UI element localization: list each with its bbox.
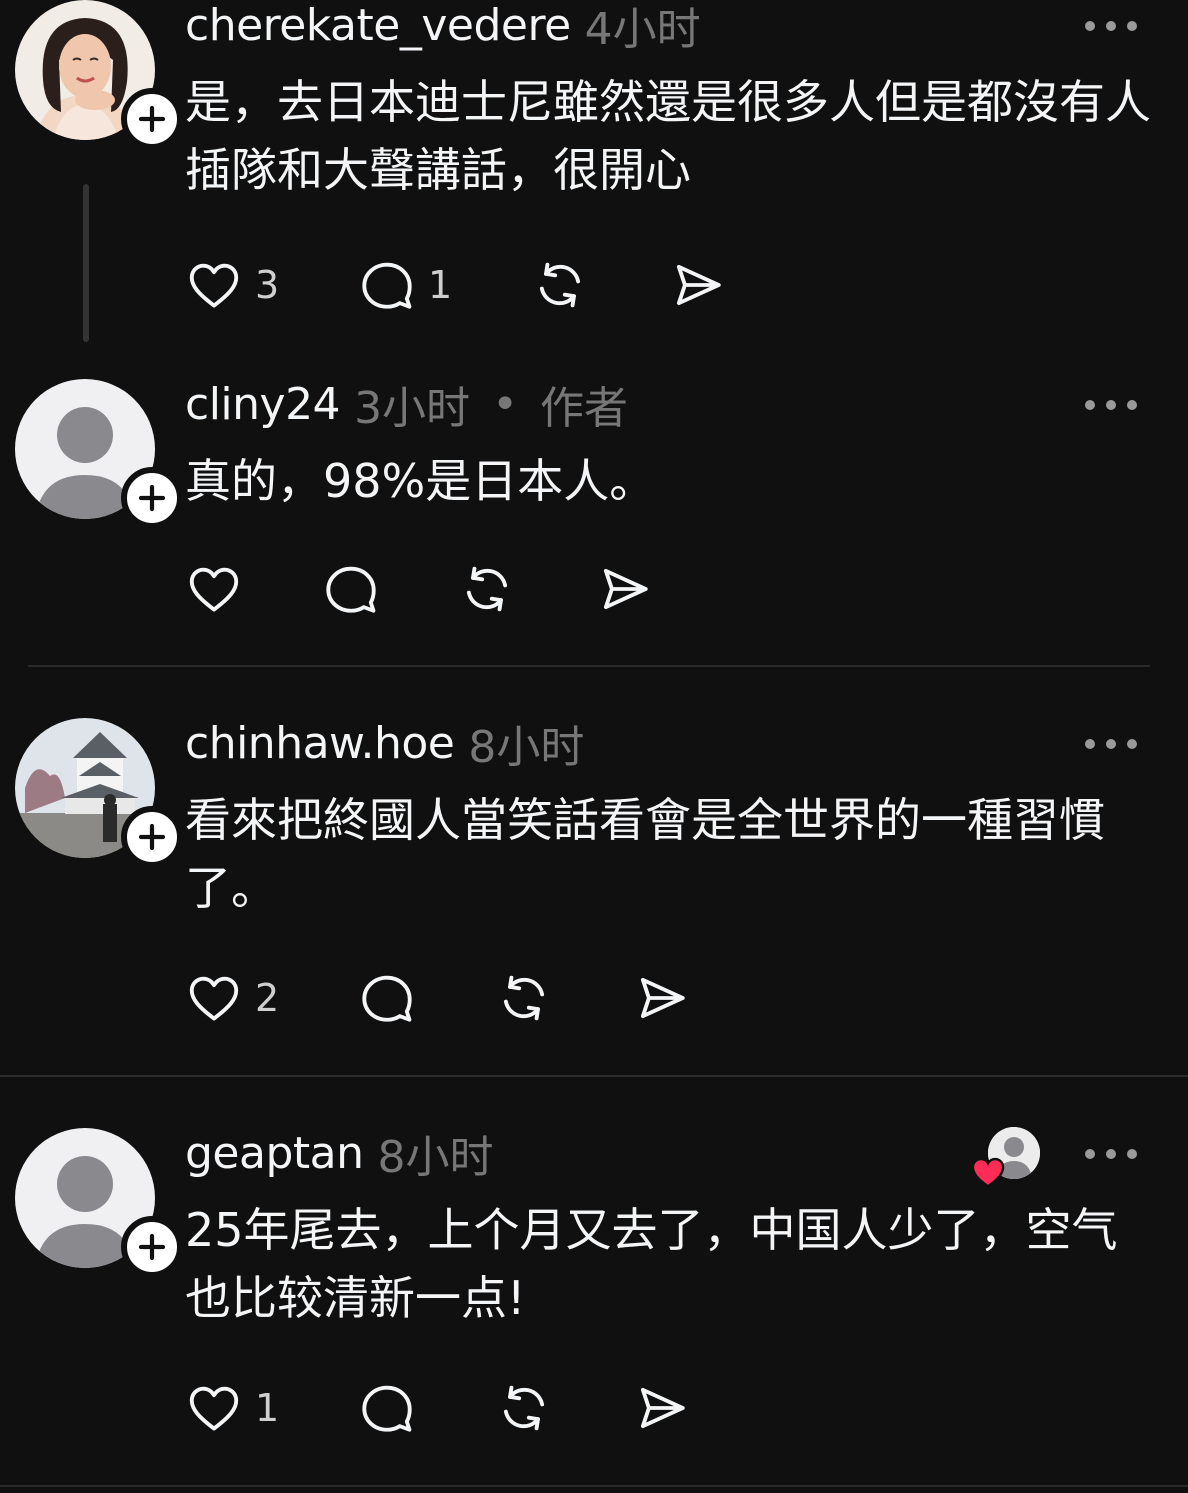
comment-icon: [362, 262, 412, 309]
plus-icon: [138, 484, 166, 512]
share-button[interactable]: [668, 255, 726, 315]
repost-button[interactable]: [458, 559, 516, 619]
post-meta: geaptan 8小时: [185, 1125, 494, 1184]
timestamp: 8小时: [377, 1132, 494, 1183]
more-dots-icon: [1085, 21, 1095, 31]
username[interactable]: cliny24: [185, 379, 341, 430]
follow-button[interactable]: [121, 467, 183, 529]
like-count: 2: [255, 976, 280, 1020]
reply-count: 1: [428, 263, 453, 307]
author-badge: 作者: [540, 383, 629, 434]
more-dots-icon: [1085, 739, 1095, 749]
plus-icon: [138, 1233, 166, 1261]
post-text: 是，去日本迪士尼雖然還是很多人但是都沒有人插隊和大聲講話，很開心: [185, 75, 1151, 197]
timestamp: 8小时: [468, 722, 585, 773]
more-button[interactable]: [1085, 1144, 1137, 1164]
share-button[interactable]: [595, 559, 653, 619]
follow-button[interactable]: [121, 88, 183, 150]
divider: [28, 665, 1150, 667]
send-icon: [640, 977, 685, 1019]
thread-line: [83, 184, 89, 342]
follow-button[interactable]: [121, 806, 183, 868]
repost-button[interactable]: [531, 255, 589, 315]
share-button[interactable]: [632, 1378, 690, 1438]
reply-button[interactable]: [322, 559, 380, 619]
repost-button[interactable]: [495, 968, 553, 1028]
post-text: 25年尾去，上个月又去了，中国人少了，空气也比较清新一点!: [185, 1203, 1118, 1325]
more-button[interactable]: [1085, 734, 1137, 754]
separator-dot: •: [492, 378, 519, 430]
more-button[interactable]: [1085, 395, 1137, 415]
avatar-wrap: [15, 0, 183, 150]
reply-button[interactable]: [358, 1378, 416, 1438]
like-count: 3: [255, 263, 280, 307]
like-count: 1: [255, 1386, 280, 1430]
plus-icon: [138, 105, 166, 133]
send-icon: [676, 264, 721, 306]
comment-icon: [362, 1385, 412, 1432]
comment-icon: [362, 975, 412, 1022]
username[interactable]: cherekate_vedere: [185, 0, 571, 51]
send-icon: [603, 568, 648, 610]
repost-icon: [503, 975, 545, 1021]
avatar-wrap: [15, 718, 183, 868]
heart-icon: [189, 1386, 239, 1431]
more-dots-icon: [1085, 1149, 1095, 1159]
repost-icon: [503, 1385, 545, 1431]
share-button[interactable]: [632, 968, 690, 1028]
post-meta: cliny24 3小时 • 作者: [185, 376, 628, 435]
post-meta: cherekate_vedere 4小时: [185, 0, 701, 55]
like-button[interactable]: 3: [185, 255, 279, 315]
more-button[interactable]: [1085, 16, 1137, 36]
heart-icon: [189, 263, 239, 308]
post-meta: chinhaw.hoe 8小时: [185, 715, 584, 774]
like-button[interactable]: 2: [185, 968, 279, 1028]
comment-icon: [326, 566, 376, 613]
send-icon: [640, 1387, 685, 1429]
plus-icon: [138, 823, 166, 851]
like-button[interactable]: 1: [185, 1378, 279, 1438]
username[interactable]: chinhaw.hoe: [185, 718, 455, 769]
repost-icon: [466, 566, 508, 612]
avatar-wrap: [15, 379, 183, 529]
divider: [0, 1485, 1188, 1487]
username[interactable]: geaptan: [185, 1128, 364, 1179]
post-text: 真的，98%是日本人。: [185, 454, 656, 508]
timestamp: 4小时: [584, 4, 701, 55]
follow-button[interactable]: [121, 1216, 183, 1278]
reply-button[interactable]: [358, 968, 416, 1028]
like-button[interactable]: [185, 559, 243, 619]
repost-icon: [539, 262, 581, 308]
timestamp: 3小时: [354, 383, 471, 434]
reply-button[interactable]: 1: [358, 255, 452, 315]
avatar-wrap: [15, 1128, 183, 1278]
red-heart-icon: [971, 1157, 1005, 1188]
author-liked-indicator[interactable]: [971, 1127, 1041, 1188]
divider: [0, 1075, 1188, 1077]
heart-icon: [189, 976, 239, 1021]
repost-button[interactable]: [495, 1378, 553, 1438]
post-text: 看來把終國人當笑話看會是全世界的一種習慣了。: [185, 793, 1105, 915]
more-dots-icon: [1085, 400, 1095, 410]
heart-icon: [189, 567, 239, 612]
